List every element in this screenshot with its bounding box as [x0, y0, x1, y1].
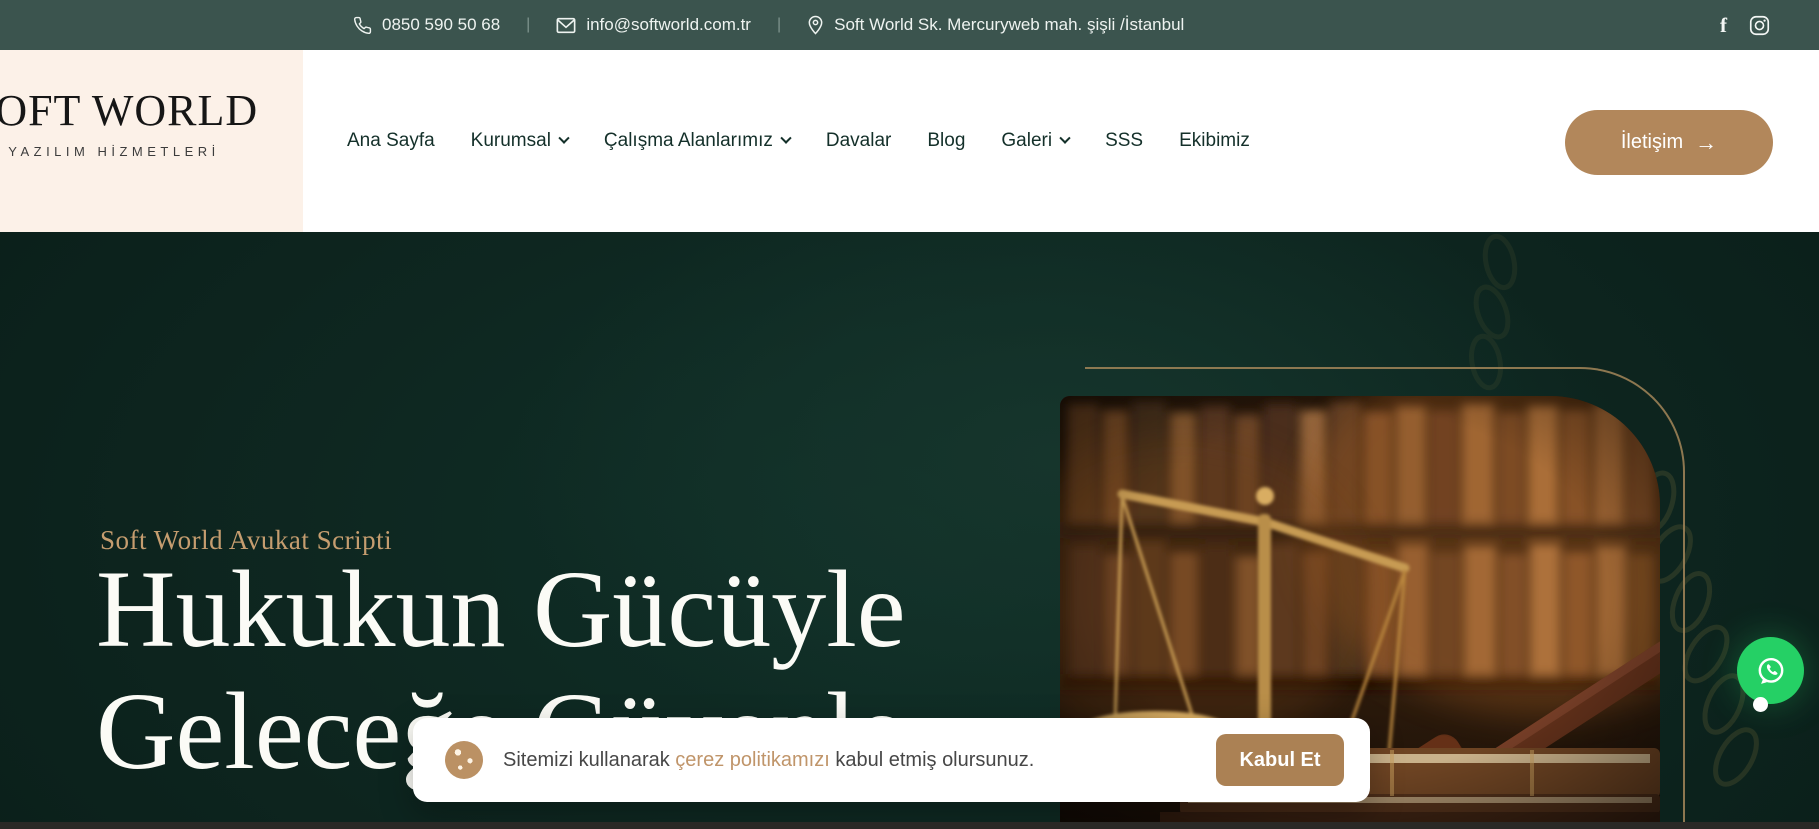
whatsapp-icon: [1752, 652, 1790, 690]
nav-item-ana-sayfa[interactable]: Ana Sayfa: [347, 130, 435, 152]
mail-icon: [556, 17, 576, 34]
logo[interactable]: SOFT WORLD YAZILIM HİZMETLERİ: [0, 50, 303, 232]
topbar-social: f: [1720, 0, 1770, 50]
location-pin-icon: [807, 15, 824, 35]
topbar-address: Soft World Sk. Mercuryweb mah. şişli /İs…: [807, 15, 1184, 35]
contact-button-label: İletişim: [1621, 131, 1683, 154]
header: SOFT WORLD YAZILIM HİZMETLERİ Ana Sayfa …: [0, 50, 1819, 232]
nav-item-kurumsal[interactable]: Kurumsal: [471, 130, 568, 152]
nav-item-calisma-alanlarimiz[interactable]: Çalışma Alanlarımız: [604, 130, 790, 152]
phone-icon: [353, 16, 372, 35]
nav-item-ekibimiz[interactable]: Ekibimiz: [1179, 130, 1250, 152]
cookie-message: Sitemizi kullanarak çerez politikamızı k…: [503, 749, 1034, 772]
arrow-right-icon: →: [1695, 132, 1717, 154]
topbar: 0850 590 50 68 | info@softworld.com.tr |…: [0, 0, 1819, 50]
topbar-separator: |: [777, 16, 781, 34]
chevron-down-icon: [1059, 133, 1070, 144]
topbar-separator: |: [526, 16, 530, 34]
topbar-phone-text: 0850 590 50 68: [382, 15, 500, 35]
logo-title: SOFT WORLD: [0, 85, 258, 136]
topbar-phone[interactable]: 0850 590 50 68: [353, 15, 500, 35]
cookie-policy-link[interactable]: çerez politikamızı: [675, 749, 830, 771]
instagram-icon[interactable]: [1749, 15, 1770, 36]
topbar-email-text: info@softworld.com.tr: [586, 15, 751, 35]
cookie-icon: [445, 741, 483, 779]
bottom-edge-strip: [0, 822, 1819, 829]
main-nav: Ana Sayfa Kurumsal Çalışma Alanlarımız D…: [347, 50, 1250, 232]
nav-item-davalar[interactable]: Davalar: [826, 130, 891, 152]
whatsapp-button[interactable]: [1737, 637, 1804, 704]
topbar-address-text: Soft World Sk. Mercuryweb mah. şişli /İs…: [834, 15, 1184, 35]
nav-item-galeri[interactable]: Galeri: [1001, 130, 1069, 152]
logo-subtitle: YAZILIM HİZMETLERİ: [8, 144, 220, 159]
hero-title-line1: Hukukun Gücüyle: [96, 548, 906, 670]
cookie-accept-button[interactable]: Kabul Et: [1216, 734, 1344, 786]
cookie-consent-banner: Sitemizi kullanarak çerez politikamızı k…: [413, 718, 1370, 802]
chevron-down-icon: [558, 133, 569, 144]
facebook-icon[interactable]: f: [1720, 15, 1727, 36]
contact-button[interactable]: İletişim →: [1565, 110, 1773, 175]
topbar-email[interactable]: info@softworld.com.tr: [556, 15, 751, 35]
nav-item-sss[interactable]: SSS: [1105, 130, 1143, 152]
chevron-down-icon: [780, 133, 791, 144]
nav-item-blog[interactable]: Blog: [927, 130, 965, 152]
